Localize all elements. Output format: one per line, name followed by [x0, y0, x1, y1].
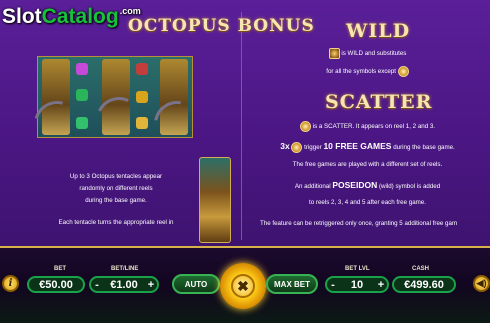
tentacle-icon [25, 92, 89, 156]
scatter-trigger-line: 3x trigger 10 FREE GAMES during the base… [280, 141, 455, 153]
scatter-symbol-icon [397, 66, 409, 77]
bet-level-plus-button[interactable]: + [373, 276, 389, 293]
watermark-slot: Slot [2, 5, 42, 28]
wild-title: WILD [346, 20, 411, 42]
cash-value: €499.60 [392, 276, 456, 293]
sound-icon[interactable]: ◀) [473, 275, 490, 292]
scatter-symbol-icon [291, 141, 303, 153]
bonus-line-1: Up to 3 Octopus tentacles appear [69, 173, 163, 180]
symbol-icon [136, 91, 148, 103]
betline-label: BET/LINE [111, 266, 139, 272]
scatter-title: SCATTER [325, 91, 433, 113]
wild-line-2: for all the symbols except [250, 66, 485, 77]
info-button[interactable]: i [2, 275, 19, 292]
panel-divider [241, 12, 242, 240]
scatter-line-1: is a SCATTER. It appears on reel 1, 2 an… [250, 121, 485, 132]
spin-x-icon: ✖ [231, 274, 255, 298]
bet-label: BET [54, 266, 66, 272]
tentacle-icon [144, 91, 210, 157]
betline-plus-button[interactable]: + [143, 276, 159, 293]
bonus-line-4: Each tentacle turns the appropriate reel… [58, 219, 174, 226]
scatter-line-4: An additional POSEIDON (wild) symbol is … [294, 180, 441, 190]
symbol-icon [76, 89, 88, 101]
scatter-line-5: to reels 2, 3, 4 and 5 after each free g… [309, 199, 426, 206]
max-bet-button[interactable]: MAX BET [266, 274, 318, 294]
scatter-symbol-icon [299, 121, 311, 132]
cash-label: CASH [412, 266, 430, 272]
bet-level-label: BET LVL [345, 266, 370, 272]
bonus-reels-illustration [25, 56, 210, 157]
spin-button[interactable]: ✖ [220, 263, 266, 309]
symbol-icon [76, 63, 88, 75]
scatter-line-6: The feature can be retriggered only once… [260, 220, 458, 227]
wild-symbol-icon [328, 48, 340, 59]
symbol-icon [136, 63, 148, 75]
wild-line-1: is WILD and substitutes [250, 48, 485, 59]
scatter-line-3: The free games are played with a differe… [292, 161, 443, 168]
auto-button[interactable]: AUTO [172, 274, 220, 294]
octopus-bonus-title: OCTOPUS BONUS [128, 16, 315, 36]
bet-level-minus-button[interactable]: - [325, 276, 341, 293]
paytable-panel: OCTOPUS BONUS SlotCatalog.com Up to 3 Oc… [0, 0, 490, 248]
slotcatalog-watermark: SlotCatalog.com [2, 5, 141, 29]
bonus-line-2: randomly on different reels [79, 185, 153, 192]
bonus-line-3: during the base game. [85, 197, 147, 204]
betline-minus-button[interactable]: - [89, 276, 105, 293]
bet-value: €50.00 [27, 276, 85, 293]
watermark-catalog: Catalog [41, 5, 119, 28]
poseidon-wild-symbol-icon [199, 157, 231, 243]
watermark-domain: .com [119, 6, 141, 16]
